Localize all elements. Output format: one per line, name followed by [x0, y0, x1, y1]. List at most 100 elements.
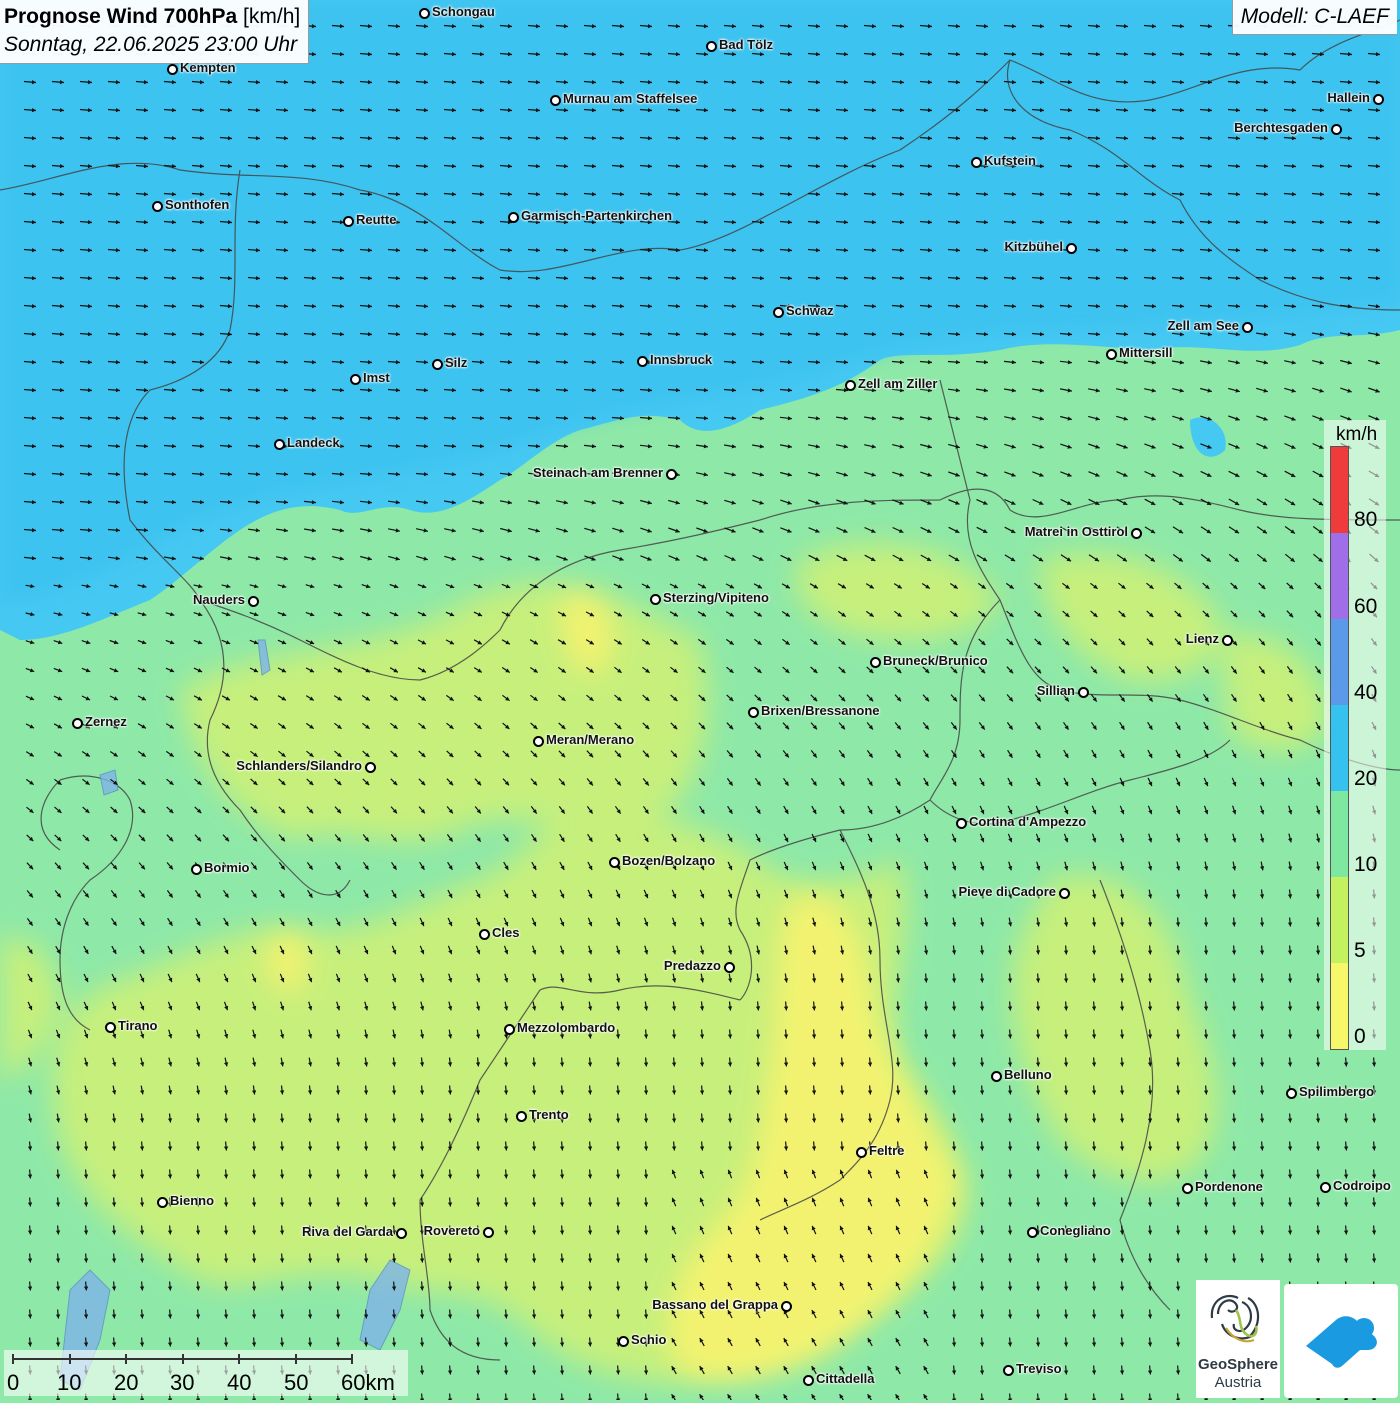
city-marker-brixen-bressanone[interactable] — [748, 707, 759, 718]
city-label-cles: Cles — [492, 926, 519, 940]
city-marker-lienz[interactable] — [1222, 635, 1233, 646]
city-marker-silz[interactable] — [432, 359, 443, 370]
city-label-steinach-am-brenner: Steinach am Brenner — [533, 466, 663, 480]
city-label-sillian: Sillian — [1037, 684, 1075, 698]
city-label-bad-tolz: Bad Tölz — [719, 38, 773, 52]
weather-app-link[interactable] — [1284, 1284, 1398, 1398]
city-marker-feltre[interactable] — [856, 1147, 867, 1158]
city-marker-innsbruck[interactable] — [637, 356, 648, 367]
city-marker-bruneck-brunico[interactable] — [870, 657, 881, 668]
city-marker-schwaz[interactable] — [773, 307, 784, 318]
city-label-cortina-d-ampezzo: Cortina d'Ampezzo — [969, 815, 1086, 829]
city-marker-mittersill[interactable] — [1106, 349, 1117, 360]
city-marker-bassano-del-grappa[interactable] — [781, 1301, 792, 1312]
city-marker-sonthofen[interactable] — [152, 201, 163, 212]
city-label-schongau: Schongau — [432, 5, 495, 19]
city-marker-pieve-di-cadore[interactable] — [1059, 888, 1070, 899]
city-label-bormio: Bormio — [204, 861, 250, 875]
city-marker-zernez[interactable] — [72, 718, 83, 729]
city-marker-conegliano[interactable] — [1027, 1227, 1038, 1238]
city-marker-spilimbergo[interactable] — [1286, 1088, 1297, 1099]
scale-label-40: 40 — [227, 1370, 251, 1396]
city-marker-bad-tolz[interactable] — [706, 41, 717, 52]
city-marker-reutte[interactable] — [343, 216, 354, 227]
logo-text-austria: Austria — [1196, 1374, 1280, 1391]
city-label-matrei-in-osttirol: Matrei in Osttirol — [1025, 525, 1128, 539]
city-marker-bienno[interactable] — [157, 1197, 168, 1208]
legend-label-0: 0 — [1354, 1027, 1366, 1047]
city-label-innsbruck: Innsbruck — [650, 353, 712, 367]
city-marker-mezzolombardo[interactable] — [504, 1024, 515, 1035]
city-marker-hallein[interactable] — [1373, 94, 1384, 105]
city-label-kufstein: Kufstein — [984, 154, 1036, 168]
city-marker-rovereto[interactable] — [483, 1227, 494, 1238]
city-marker-cortina-d-ampezzo[interactable] — [956, 818, 967, 829]
city-marker-nauders[interactable] — [248, 596, 259, 607]
city-marker-trento[interactable] — [516, 1111, 527, 1122]
city-marker-treviso[interactable] — [1003, 1365, 1014, 1376]
city-marker-schongau[interactable] — [419, 8, 430, 19]
legend-swatch-0-5 — [1331, 963, 1348, 1049]
city-marker-pordenone[interactable] — [1182, 1183, 1193, 1194]
geosphere-logo-icon — [1196, 1284, 1280, 1358]
geosphere-logo[interactable]: GeoSphere Austria — [1196, 1280, 1280, 1398]
city-marker-kitzbuhel[interactable] — [1066, 243, 1077, 254]
city-label-zell-am-ziller: Zell am Ziller — [858, 377, 937, 391]
city-label-kitzbuhel: Kitzbühel — [1005, 240, 1064, 254]
logo-text-geosphere: GeoSphere — [1196, 1356, 1280, 1373]
legend-label-40: 40 — [1354, 683, 1377, 703]
city-label-bruneck-brunico: Bruneck/Brunico — [883, 654, 988, 668]
city-label-lienz: Lienz — [1186, 632, 1219, 646]
city-label-spilimbergo: Spilimbergo — [1299, 1085, 1374, 1099]
scale-tick — [351, 1354, 353, 1364]
city-label-belluno: Belluno — [1004, 1068, 1052, 1082]
city-marker-belluno[interactable] — [991, 1071, 1002, 1082]
model-label: Modell: C-LAEF — [1232, 0, 1397, 35]
city-marker-cittadella[interactable] — [803, 1375, 814, 1386]
city-marker-murnau-am-staffelsee[interactable] — [550, 95, 561, 106]
city-marker-kempten[interactable] — [167, 64, 178, 75]
city-marker-zell-am-ziller[interactable] — [845, 380, 856, 391]
city-marker-landeck[interactable] — [274, 439, 285, 450]
city-label-zernez: Zernez — [85, 715, 127, 729]
city-marker-matrei-in-osttirol[interactable] — [1131, 528, 1142, 539]
city-label-murnau-am-staffelsee: Murnau am Staffelsee — [563, 92, 697, 106]
city-label-schwaz: Schwaz — [786, 304, 834, 318]
title-box: Prognose Wind 700hPa [km/h] Sonntag, 22.… — [0, 0, 309, 64]
city-label-garmisch-partenkirchen: Garmisch-Partenkirchen — [521, 209, 672, 223]
city-marker-sillian[interactable] — [1078, 687, 1089, 698]
city-label-trento: Trento — [529, 1108, 569, 1122]
city-marker-schlanders-silandro[interactable] — [365, 762, 376, 773]
city-marker-bozen-bolzano[interactable] — [609, 857, 620, 868]
color-legend: km/h 80 60 40 20 10 5 0 — [1324, 420, 1386, 1050]
city-marker-steinach-am-brenner[interactable] — [666, 469, 677, 480]
city-marker-garmisch-partenkirchen[interactable] — [508, 212, 519, 223]
city-marker-meran-merano[interactable] — [533, 736, 544, 747]
city-label-hallein: Hallein — [1327, 91, 1370, 105]
city-label-tirano: Tirano — [118, 1019, 158, 1033]
city-label-pordenone: Pordenone — [1195, 1180, 1263, 1194]
city-marker-cles[interactable] — [479, 929, 490, 940]
scale-label-60km: 60km — [341, 1370, 395, 1396]
city-marker-codroipo[interactable] — [1320, 1182, 1331, 1193]
city-marker-bormio[interactable] — [191, 864, 202, 875]
city-marker-berchtesgaden[interactable] — [1331, 124, 1342, 135]
city-label-riva-del-garda: Riva del Garda — [302, 1225, 393, 1239]
city-marker-riva-del-garda[interactable] — [396, 1228, 407, 1239]
city-marker-schio[interactable] — [618, 1336, 629, 1347]
city-marker-predazzo[interactable] — [724, 962, 735, 973]
scale-bar: 0 10 20 30 40 50 60km — [4, 1350, 408, 1396]
scale-tick — [12, 1354, 14, 1364]
city-marker-sterzing-vipiteno[interactable] — [650, 594, 661, 605]
city-label-mezzolombardo: Mezzolombardo — [517, 1021, 615, 1035]
scale-label-50: 50 — [284, 1370, 308, 1396]
city-label-mittersill: Mittersill — [1119, 346, 1172, 360]
city-marker-zell-am-see[interactable] — [1242, 322, 1253, 333]
city-label-zell-am-see: Zell am See — [1167, 319, 1239, 333]
city-marker-kufstein[interactable] — [971, 157, 982, 168]
city-marker-imst[interactable] — [350, 374, 361, 385]
city-marker-tirano[interactable] — [105, 1022, 116, 1033]
city-label-berchtesgaden: Berchtesgaden — [1234, 121, 1328, 135]
forecast-time: Sonntag, 22.06.2025 23:00 Uhr — [4, 31, 300, 59]
city-label-sonthofen: Sonthofen — [165, 198, 229, 212]
